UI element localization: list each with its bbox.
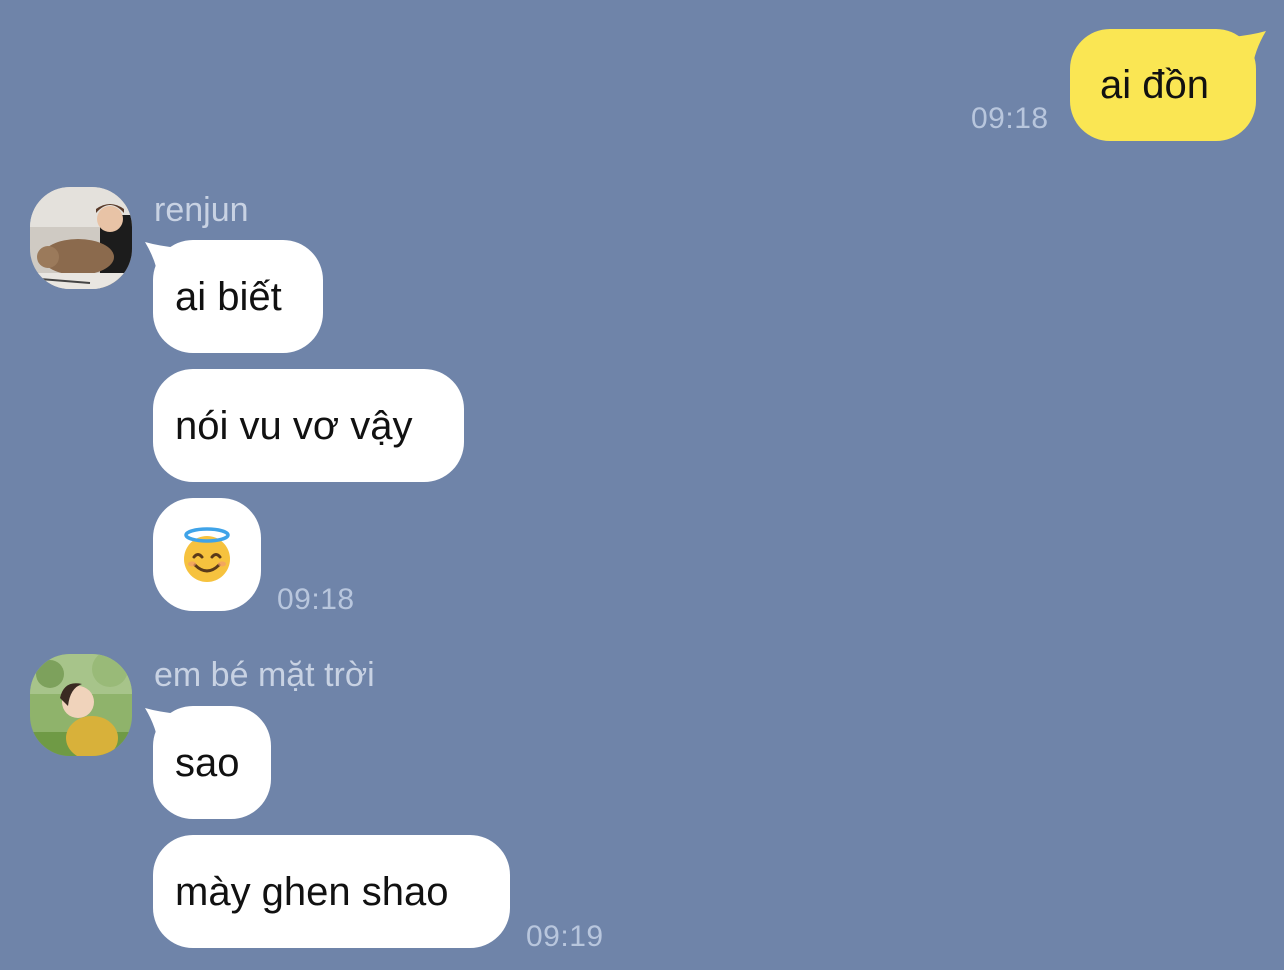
chat-room: 09:18 ai đồn renjun ai biết nói vu vơ vậ…	[0, 0, 1284, 970]
incoming-message-bubble[interactable]	[153, 498, 261, 611]
avatar[interactable]	[30, 654, 132, 756]
message-text: nói vu vơ vậy	[175, 403, 413, 448]
person-in-field-avatar	[30, 654, 132, 756]
avatar[interactable]	[30, 187, 132, 289]
incoming-message-bubble[interactable]: mày ghen shao	[153, 835, 510, 948]
smiling-face-with-halo-icon	[184, 526, 230, 582]
sender-name: renjun	[154, 191, 249, 229]
message-text: mày ghen shao	[175, 869, 449, 914]
message-text: sao	[175, 740, 240, 785]
incoming-message-bubble[interactable]: nói vu vơ vậy	[153, 369, 464, 482]
sender-name: em bé mặt trời	[154, 656, 375, 694]
message-timestamp: 09:18	[277, 583, 355, 616]
outgoing-message-bubble[interactable]: ai đồn	[1070, 29, 1256, 141]
message-text: ai biết	[175, 274, 282, 319]
person-with-dog-avatar	[30, 187, 132, 289]
message-timestamp: 09:18	[971, 102, 1049, 135]
incoming-message-bubble[interactable]: ai biết	[153, 240, 323, 353]
message-text: ai đồn	[1100, 63, 1209, 107]
message-timestamp: 09:19	[526, 920, 604, 953]
incoming-message-bubble[interactable]: sao	[153, 706, 271, 819]
